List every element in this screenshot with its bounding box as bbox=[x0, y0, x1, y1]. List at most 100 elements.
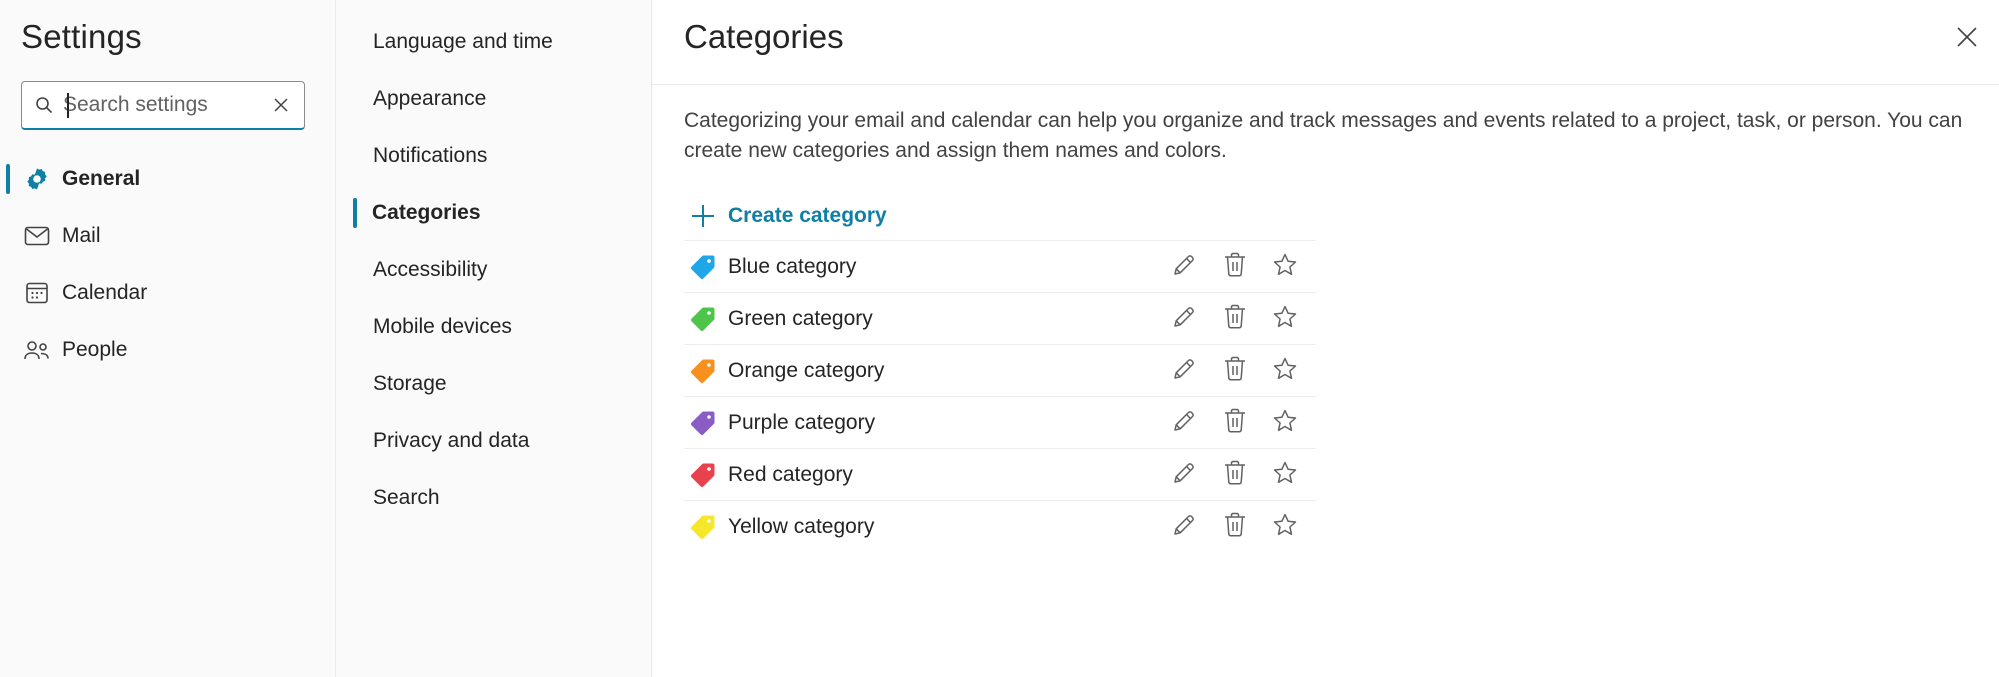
favorite-category-button[interactable] bbox=[1271, 513, 1299, 541]
people-icon bbox=[23, 336, 51, 364]
plus-icon bbox=[690, 203, 716, 229]
categories-description: Categorizing your email and calendar can… bbox=[684, 109, 1963, 162]
edit-category-button[interactable] bbox=[1170, 305, 1198, 333]
category-row-red-category[interactable]: Red category bbox=[684, 448, 1316, 500]
category-row-green-category[interactable]: Green category bbox=[684, 292, 1316, 344]
favorite-category-button[interactable] bbox=[1271, 253, 1299, 281]
gear-icon bbox=[23, 165, 51, 193]
category-name: Green category bbox=[728, 307, 873, 330]
tag-icon bbox=[690, 410, 716, 436]
delete-category-button[interactable] bbox=[1221, 408, 1249, 439]
star-icon bbox=[1272, 460, 1298, 491]
categories-panel: Categories Categorizing your email and c… bbox=[652, 0, 1999, 677]
tag-icon bbox=[690, 462, 716, 488]
category-name: Purple category bbox=[728, 411, 876, 434]
delete-category-button[interactable] bbox=[1221, 356, 1249, 387]
favorite-category-button[interactable] bbox=[1271, 409, 1299, 437]
create-category-label: Create category bbox=[728, 204, 887, 227]
category-name: Yellow category bbox=[728, 515, 875, 538]
category-row-orange-category[interactable]: Orange category bbox=[684, 344, 1316, 396]
subnav-item-label: Privacy and data bbox=[373, 429, 530, 452]
close-icon bbox=[1957, 27, 1977, 47]
tag-icon bbox=[690, 306, 716, 332]
subnav-item-label: Accessibility bbox=[373, 258, 488, 281]
delete-category-button[interactable] bbox=[1221, 460, 1249, 489]
subnav-item-label: Appearance bbox=[373, 87, 487, 110]
subnav-item-appearance[interactable]: Appearance bbox=[336, 75, 652, 123]
delete-category-button[interactable] bbox=[1221, 512, 1249, 543]
subnav-item-storage[interactable]: Storage bbox=[336, 360, 652, 408]
star-icon bbox=[1272, 408, 1298, 439]
category-name: Blue category bbox=[728, 255, 857, 278]
nav-item-people[interactable]: People bbox=[0, 326, 336, 374]
pencil-icon bbox=[1171, 460, 1197, 491]
favorite-category-button[interactable] bbox=[1271, 305, 1299, 333]
edit-category-button[interactable] bbox=[1170, 409, 1198, 437]
pencil-icon bbox=[1171, 356, 1197, 387]
subnav-item-label: Categories bbox=[372, 201, 481, 224]
settings-title: Settings bbox=[21, 18, 142, 55]
active-indicator bbox=[353, 198, 357, 228]
search-box[interactable] bbox=[21, 81, 305, 130]
delete-category-button[interactable] bbox=[1221, 252, 1249, 283]
trash-icon bbox=[1223, 252, 1247, 283]
settings-nav: Settings General bbox=[0, 0, 336, 677]
edit-category-button[interactable] bbox=[1170, 357, 1198, 385]
trash-icon bbox=[1223, 356, 1247, 387]
category-row-purple-category[interactable]: Purple category bbox=[684, 396, 1316, 448]
nav-item-calendar[interactable]: Calendar bbox=[0, 269, 336, 317]
category-name: Orange category bbox=[728, 359, 885, 382]
tag-icon bbox=[690, 254, 716, 280]
pencil-icon bbox=[1171, 512, 1197, 543]
subnav-item-privacy-and-data[interactable]: Privacy and data bbox=[336, 417, 652, 465]
nav-item-label: Calendar bbox=[62, 281, 148, 304]
active-indicator bbox=[6, 164, 10, 194]
pencil-icon bbox=[1171, 408, 1197, 439]
nav-item-mail[interactable]: Mail bbox=[0, 212, 336, 260]
delete-category-button[interactable] bbox=[1221, 304, 1249, 335]
clear-search-icon[interactable] bbox=[272, 96, 290, 114]
category-name: Red category bbox=[728, 463, 853, 486]
nav-item-general[interactable]: General bbox=[0, 155, 336, 203]
panel-header: Categories bbox=[652, 0, 1999, 85]
favorite-category-button[interactable] bbox=[1271, 357, 1299, 385]
nav-item-label: General bbox=[62, 167, 141, 190]
subnav-item-language-and-time[interactable]: Language and time bbox=[336, 18, 652, 66]
star-icon bbox=[1272, 304, 1298, 335]
edit-category-button[interactable] bbox=[1170, 253, 1198, 281]
nav-item-label: People bbox=[62, 338, 128, 361]
subnav-item-label: Search bbox=[373, 486, 440, 509]
pencil-icon bbox=[1171, 252, 1197, 283]
nav-item-label: Mail bbox=[62, 224, 101, 247]
calendar-icon bbox=[23, 279, 51, 307]
trash-icon bbox=[1223, 304, 1247, 335]
subnav-item-categories[interactable]: Categories bbox=[336, 189, 652, 237]
tag-icon bbox=[690, 514, 716, 540]
subnav-item-label: Storage bbox=[373, 372, 447, 395]
category-row-yellow-category[interactable]: Yellow category bbox=[684, 500, 1316, 552]
category-list: Blue category Green category Orange catego… bbox=[684, 240, 1316, 552]
star-icon bbox=[1272, 512, 1298, 543]
edit-category-button[interactable] bbox=[1170, 461, 1198, 489]
subnav-item-accessibility[interactable]: Accessibility bbox=[336, 246, 652, 294]
search-input[interactable] bbox=[63, 87, 263, 123]
create-category-button[interactable]: Create category bbox=[684, 196, 887, 236]
subnav-item-mobile-devices[interactable]: Mobile devices bbox=[336, 303, 652, 351]
mail-icon bbox=[23, 222, 51, 250]
star-icon bbox=[1272, 252, 1298, 283]
close-button[interactable] bbox=[1952, 22, 1982, 52]
subnav-item-label: Notifications bbox=[373, 144, 488, 167]
subnav-item-notifications[interactable]: Notifications bbox=[336, 132, 652, 180]
tag-icon bbox=[690, 358, 716, 384]
star-icon bbox=[1272, 356, 1298, 387]
category-row-blue-category[interactable]: Blue category bbox=[684, 240, 1316, 292]
favorite-category-button[interactable] bbox=[1271, 461, 1299, 489]
general-subnav: Language and time Appearance Notificatio… bbox=[336, 0, 652, 677]
edit-category-button[interactable] bbox=[1170, 513, 1198, 541]
trash-icon bbox=[1223, 512, 1247, 543]
trash-icon bbox=[1223, 408, 1247, 439]
subnav-item-label: Mobile devices bbox=[373, 315, 512, 338]
subnav-item-search[interactable]: Search bbox=[336, 474, 652, 522]
page-title: Categories bbox=[684, 18, 844, 55]
settings-window: Settings General bbox=[0, 0, 1999, 677]
